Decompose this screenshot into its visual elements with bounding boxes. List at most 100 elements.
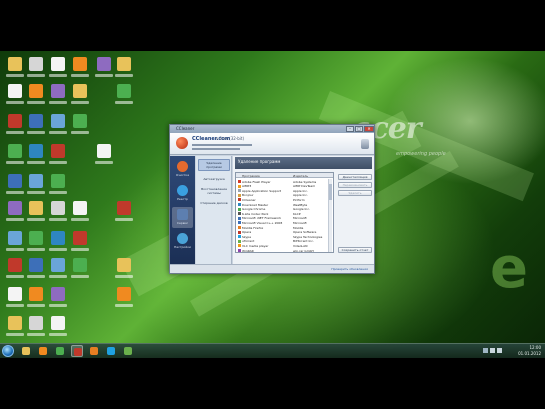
desktop-shortcut-icon[interactable] bbox=[8, 316, 22, 330]
rename-button[interactable]: Переименовать bbox=[338, 182, 372, 188]
desktop-shortcut-icon[interactable] bbox=[51, 258, 65, 272]
desktop-shortcut-icon[interactable] bbox=[29, 287, 43, 301]
column-header-program[interactable]: Программа bbox=[242, 174, 260, 178]
scrollbar-thumb[interactable] bbox=[329, 184, 332, 200]
desktop-shortcut-icon[interactable] bbox=[97, 144, 111, 158]
desktop-shortcut-icon[interactable] bbox=[51, 201, 65, 215]
desktop-shortcut-icon[interactable] bbox=[29, 231, 43, 245]
uninstall-button[interactable]: Деинсталляция bbox=[338, 174, 372, 180]
clock-date[interactable]: 01.01.2012 bbox=[518, 351, 541, 356]
delete-button[interactable]: Удалить bbox=[338, 190, 372, 196]
desktop-shortcut-icon[interactable] bbox=[73, 114, 87, 128]
taskbar-button[interactable] bbox=[122, 345, 134, 357]
network-icon[interactable] bbox=[490, 348, 495, 353]
desktop-shortcut-icon[interactable] bbox=[29, 57, 43, 71]
tray-arrow-icon[interactable] bbox=[483, 348, 488, 353]
taskbar-button[interactable] bbox=[54, 345, 66, 357]
desktop-shortcut-label bbox=[27, 191, 45, 194]
desktop-shortcut-label bbox=[6, 74, 24, 77]
desktop-shortcut-icon[interactable] bbox=[29, 144, 43, 158]
subnav-item-system-restore[interactable]: Восстановление системы bbox=[198, 186, 230, 196]
sidebar-item-label: Настройки bbox=[174, 245, 191, 249]
desktop-shortcut-label bbox=[49, 275, 67, 278]
desktop-shortcut-icon[interactable] bbox=[51, 316, 65, 330]
list-scrollbar[interactable] bbox=[328, 179, 332, 252]
desktop-shortcut-icon[interactable] bbox=[51, 287, 65, 301]
check-updates-link[interactable]: Проверить обновления bbox=[331, 267, 368, 271]
desktop-shortcut-icon[interactable] bbox=[51, 144, 65, 158]
desktop-shortcut-label bbox=[95, 74, 113, 77]
subnav-item-uninstall[interactable]: Удаление программ bbox=[198, 159, 230, 171]
chrome-icon bbox=[56, 347, 64, 355]
desktop-shortcut-icon[interactable] bbox=[29, 201, 43, 215]
desktop-shortcut-label bbox=[71, 275, 89, 278]
desktop-shortcut-icon[interactable] bbox=[97, 57, 111, 71]
volume-icon[interactable] bbox=[497, 348, 502, 353]
app-version: v.3.xx (32-bit) bbox=[216, 136, 245, 141]
desktop-shortcut-label bbox=[49, 248, 67, 251]
desktop-shortcut-icon[interactable] bbox=[29, 114, 43, 128]
desktop-shortcut-icon[interactable] bbox=[51, 174, 65, 188]
clock-time[interactable]: 12:00 bbox=[529, 345, 541, 350]
program-list[interactable]: Программа Издатель Adobe Flash Player Ado… bbox=[235, 172, 334, 253]
program-icon bbox=[238, 203, 241, 206]
sidebar-item-cleaner[interactable]: Очистка bbox=[172, 159, 193, 180]
desktop-shortcut-label bbox=[27, 218, 45, 221]
program-icon bbox=[238, 184, 241, 188]
subnav-item-drive-wiper[interactable]: Стирание дисков bbox=[198, 200, 230, 206]
desktop-shortcut-icon[interactable] bbox=[8, 114, 22, 128]
desktop-shortcut-icon[interactable] bbox=[73, 201, 87, 215]
window-titlebar[interactable]: CCleaner – □ ✕ bbox=[170, 125, 374, 133]
desktop-shortcut-icon[interactable] bbox=[29, 258, 43, 272]
sidebar-item-options[interactable]: Настройки bbox=[172, 231, 193, 252]
desktop-shortcut-icon[interactable] bbox=[51, 57, 65, 71]
column-header-publisher[interactable]: Издатель bbox=[293, 174, 308, 178]
desktop-shortcut-label bbox=[71, 131, 89, 134]
desktop-shortcut-icon[interactable] bbox=[8, 201, 22, 215]
desktop-shortcut-label bbox=[49, 161, 67, 164]
sidebar-item-tools[interactable]: Сервис bbox=[172, 207, 193, 228]
maximize-button[interactable]: □ bbox=[355, 126, 363, 132]
taskbar: 12:00 01.01.2012 bbox=[0, 343, 545, 358]
taskbar-button[interactable] bbox=[88, 345, 100, 357]
desktop-shortcut-icon[interactable] bbox=[117, 57, 131, 71]
desktop-shortcut-icon[interactable] bbox=[29, 174, 43, 188]
desktop-shortcut-icon[interactable] bbox=[8, 84, 22, 98]
desktop-shortcut-icon[interactable] bbox=[8, 174, 22, 188]
desktop-shortcut-icon[interactable] bbox=[8, 287, 22, 301]
desktop-shortcut-icon[interactable] bbox=[8, 144, 22, 158]
desktop-shortcut-icon[interactable] bbox=[117, 258, 131, 272]
system-tray: 12:00 01.01.2012 bbox=[481, 345, 541, 357]
start-button[interactable] bbox=[2, 345, 14, 357]
minimize-button[interactable]: – bbox=[346, 126, 354, 132]
desktop-shortcut-icon[interactable] bbox=[29, 84, 43, 98]
taskbar-button[interactable] bbox=[37, 345, 49, 357]
desktop-shortcut-label bbox=[49, 191, 67, 194]
desktop-shortcut-icon[interactable] bbox=[8, 258, 22, 272]
taskbar-button[interactable] bbox=[20, 345, 32, 357]
close-button[interactable]: ✕ bbox=[364, 126, 374, 132]
desktop-shortcut-icon[interactable] bbox=[117, 84, 131, 98]
sidebar-item-registry[interactable]: Реестр bbox=[172, 183, 193, 204]
desktop-shortcut-icon[interactable] bbox=[51, 114, 65, 128]
taskbar-button[interactable] bbox=[105, 345, 117, 357]
desktop-shortcut-icon[interactable] bbox=[117, 287, 131, 301]
program-row[interactable]: WinRAR win.rar GmbH bbox=[236, 248, 333, 252]
desktop-shortcut-label bbox=[71, 218, 89, 221]
desktop-shortcut-icon[interactable] bbox=[73, 258, 87, 272]
taskbar-button[interactable] bbox=[71, 345, 83, 357]
ccleaner-window[interactable]: CCleaner – □ ✕ CCleaner.com v.3.xx (32-b… bbox=[169, 124, 375, 274]
desktop-shortcut-icon[interactable] bbox=[51, 84, 65, 98]
desktop-shortcut-label bbox=[6, 275, 24, 278]
desktop-shortcut-icon[interactable] bbox=[73, 84, 87, 98]
desktop-shortcut-icon[interactable] bbox=[8, 231, 22, 245]
desktop-shortcut-label bbox=[27, 304, 45, 307]
desktop-shortcut-icon[interactable] bbox=[8, 57, 22, 71]
desktop-shortcut-icon[interactable] bbox=[51, 231, 65, 245]
desktop-shortcut-icon[interactable] bbox=[117, 201, 131, 215]
desktop-shortcut-icon[interactable] bbox=[73, 57, 87, 71]
desktop-shortcut-icon[interactable] bbox=[73, 231, 87, 245]
save-report-button[interactable]: Сохранить отчет bbox=[338, 247, 372, 253]
desktop-shortcut-icon[interactable] bbox=[29, 316, 43, 330]
subnav-item-startup[interactable]: Автозагрузка bbox=[198, 176, 230, 182]
